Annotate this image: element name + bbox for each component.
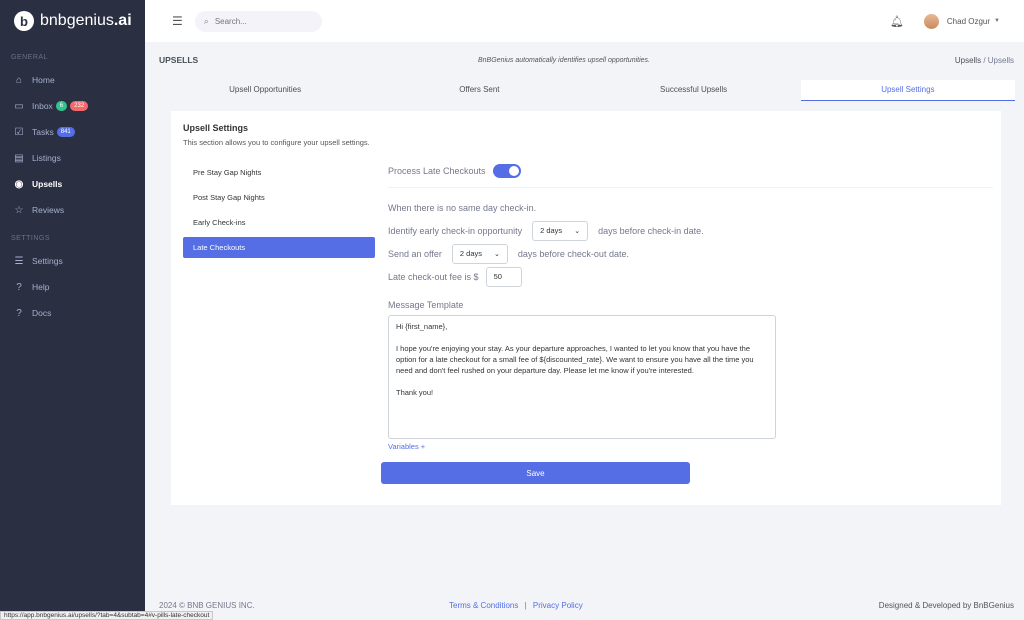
sidebar-item-label: Tasks [32,127,54,137]
upsell-tabs: Upsell Opportunities Offers Sent Success… [158,80,1015,101]
card-title: Upsell Settings [183,123,249,133]
sidebar-item-reviews[interactable]: ☆ Reviews [0,197,145,223]
logo-text: bnbgenius [40,12,114,29]
tab-offers-sent[interactable]: Offers Sent [372,80,586,101]
chevron-down-icon: ⌄ [494,250,500,258]
menu-toggle-icon[interactable]: ☰ [172,14,183,28]
inbox-icon: ▭ [14,100,24,112]
sidebar-item-upsells[interactable]: ◉ Upsells [0,171,145,197]
sidebar-item-settings[interactable]: ☰ Settings [0,248,145,274]
template-body: I hope you're enjoying your stay. As you… [396,344,754,375]
logo-mark: b [14,11,34,31]
sidebar-item-label: Inbox [32,101,53,111]
terms-link[interactable]: Terms & Conditions [449,601,518,610]
chevron-down-icon[interactable]: ▼ [994,18,1000,24]
sidebar-item-docs[interactable]: ? Docs [0,300,145,326]
offer-days-select[interactable]: 2 days ⌄ [451,243,508,264]
upsells-icon: ◉ [14,178,24,190]
home-icon: ⌂ [15,74,23,86]
listings-icon: ▤ [14,152,24,164]
footer: 2024 © BNB GENIUS INC. Terms & Condition… [145,590,1024,620]
settings-pills: Pre Stay Gap Nights Post Stay Gap Nights… [183,162,375,262]
pill-late-checkouts[interactable]: Late Checkouts [183,237,375,258]
inbox-badge-unread: 6 [55,101,68,111]
sidebar-item-label: Listings [32,153,61,163]
search-icon: ⌕ [203,15,209,26]
sidebar-item-listings[interactable]: ▤ Listings [0,145,145,171]
status-bar-url: https://app.bnbgenius.ai/upsells/?tab=4&… [0,611,214,620]
pill-post-stay-gap-nights[interactable]: Post Stay Gap Nights [183,187,375,208]
process-late-checkouts-toggle[interactable] [492,164,521,178]
tab-upsell-opportunities[interactable]: Upsell Opportunities [158,80,372,101]
tab-upsell-settings[interactable]: Upsell Settings [800,80,1015,101]
sidebar-item-label: Home [32,75,55,85]
settings-card: Upsell Settings This section allows you … [171,111,1001,505]
offer-prefix: Send an offer [388,248,442,259]
help-icon: ? [16,281,22,293]
avatar[interactable] [923,13,939,29]
toggle-label: Process Late Checkouts [388,166,486,176]
identify-days-value: 2 days [540,226,563,235]
identify-suffix: days before check-in date. [598,225,704,236]
star-icon: ☆ [14,204,24,216]
inbox-badge-total: 232 [70,101,89,111]
bell-icon[interactable]: 🔔︎ [890,15,904,28]
sliders-icon: ☰ [14,255,24,267]
search-box[interactable]: ⌕ [194,10,322,32]
card-subtitle: This section allows you to configure you… [183,138,370,147]
privacy-link[interactable]: Privacy Policy [533,601,583,610]
search-input[interactable] [214,16,305,26]
identify-days-select[interactable]: 2 days ⌄ [532,220,589,241]
logo[interactable]: b bnbgenius .ai [0,0,145,42]
sidebar-item-inbox[interactable]: ▭ Inbox 6 232 [0,93,145,119]
pill-early-check-ins[interactable]: Early Check-ins [183,212,375,233]
sidebar-item-home[interactable]: ⌂ Home [0,67,145,93]
divider [388,187,993,188]
tasks-badge: 841 [56,127,75,137]
template-label: Message Template [388,300,464,310]
variables-link[interactable]: Variables + [388,442,993,451]
top-header: ☰ ⌕ 🔔︎ Chad Ozgur ▼ [145,0,1024,42]
identify-prefix: Identify early check-in opportunity [388,225,523,236]
copyright: 2024 © BNB GENIUS INC. [159,600,255,610]
user-name[interactable]: Chad Ozgur [947,17,990,26]
sidebar-item-label: Reviews [32,205,65,215]
fee-label: Late check-out fee is $ [388,271,479,282]
sidebar-item-tasks[interactable]: ☑ Tasks 841 [0,119,145,145]
breadcrumb-item[interactable]: Upsells [955,56,981,65]
page-title: UPSELLS [159,55,199,65]
late-checkout-settings: Process Late Checkouts When there is no … [388,161,993,451]
page-hint: BnBGenius automatically identifies upsel… [478,56,650,64]
sidebar: b bnbgenius .ai GENERAL ⌂ Home ▭ Inbox 6 … [0,0,145,620]
offer-suffix: days before check-out date. [517,248,629,259]
nav-section-settings: SETTINGS [11,235,51,242]
template-greeting: Hi {first_name}, [396,322,448,331]
tab-successful-upsells[interactable]: Successful Upsells [587,80,801,101]
tasks-icon: ☑ [14,126,24,138]
nav-section-general: GENERAL [11,54,48,61]
breadcrumb-item-current: Upsells [987,55,1014,65]
footer-separator: | [524,600,527,610]
pill-pre-stay-gap-nights[interactable]: Pre Stay Gap Nights [183,162,375,183]
sidebar-item-help[interactable]: ? Help [0,274,145,300]
docs-icon: ? [16,307,22,319]
toggle-knob [508,166,519,176]
sidebar-item-label: Settings [32,256,63,266]
chevron-down-icon: ⌄ [574,227,581,235]
template-closing: Thank you! [396,388,434,397]
page-title-row: UPSELLS BnBGenius automatically identifi… [145,42,1024,78]
footer-credit: Designed & Developed by BnBGenius [878,600,1014,610]
offer-days-value: 2 days [459,249,482,258]
save-button[interactable]: Save [381,462,690,484]
message-template-textarea[interactable]: Hi {first_name}, I hope you're enjoying … [388,315,776,439]
sidebar-item-label: Upsells [32,179,63,189]
logo-suffix: .ai [113,12,132,29]
sidebar-item-label: Docs [32,308,52,318]
breadcrumb: Upsells / Upsells [954,55,1014,65]
fee-input[interactable]: 50 [485,266,522,287]
no-same-day-text: When there is no same day check-in. [388,202,537,213]
sidebar-item-label: Help [32,282,50,292]
